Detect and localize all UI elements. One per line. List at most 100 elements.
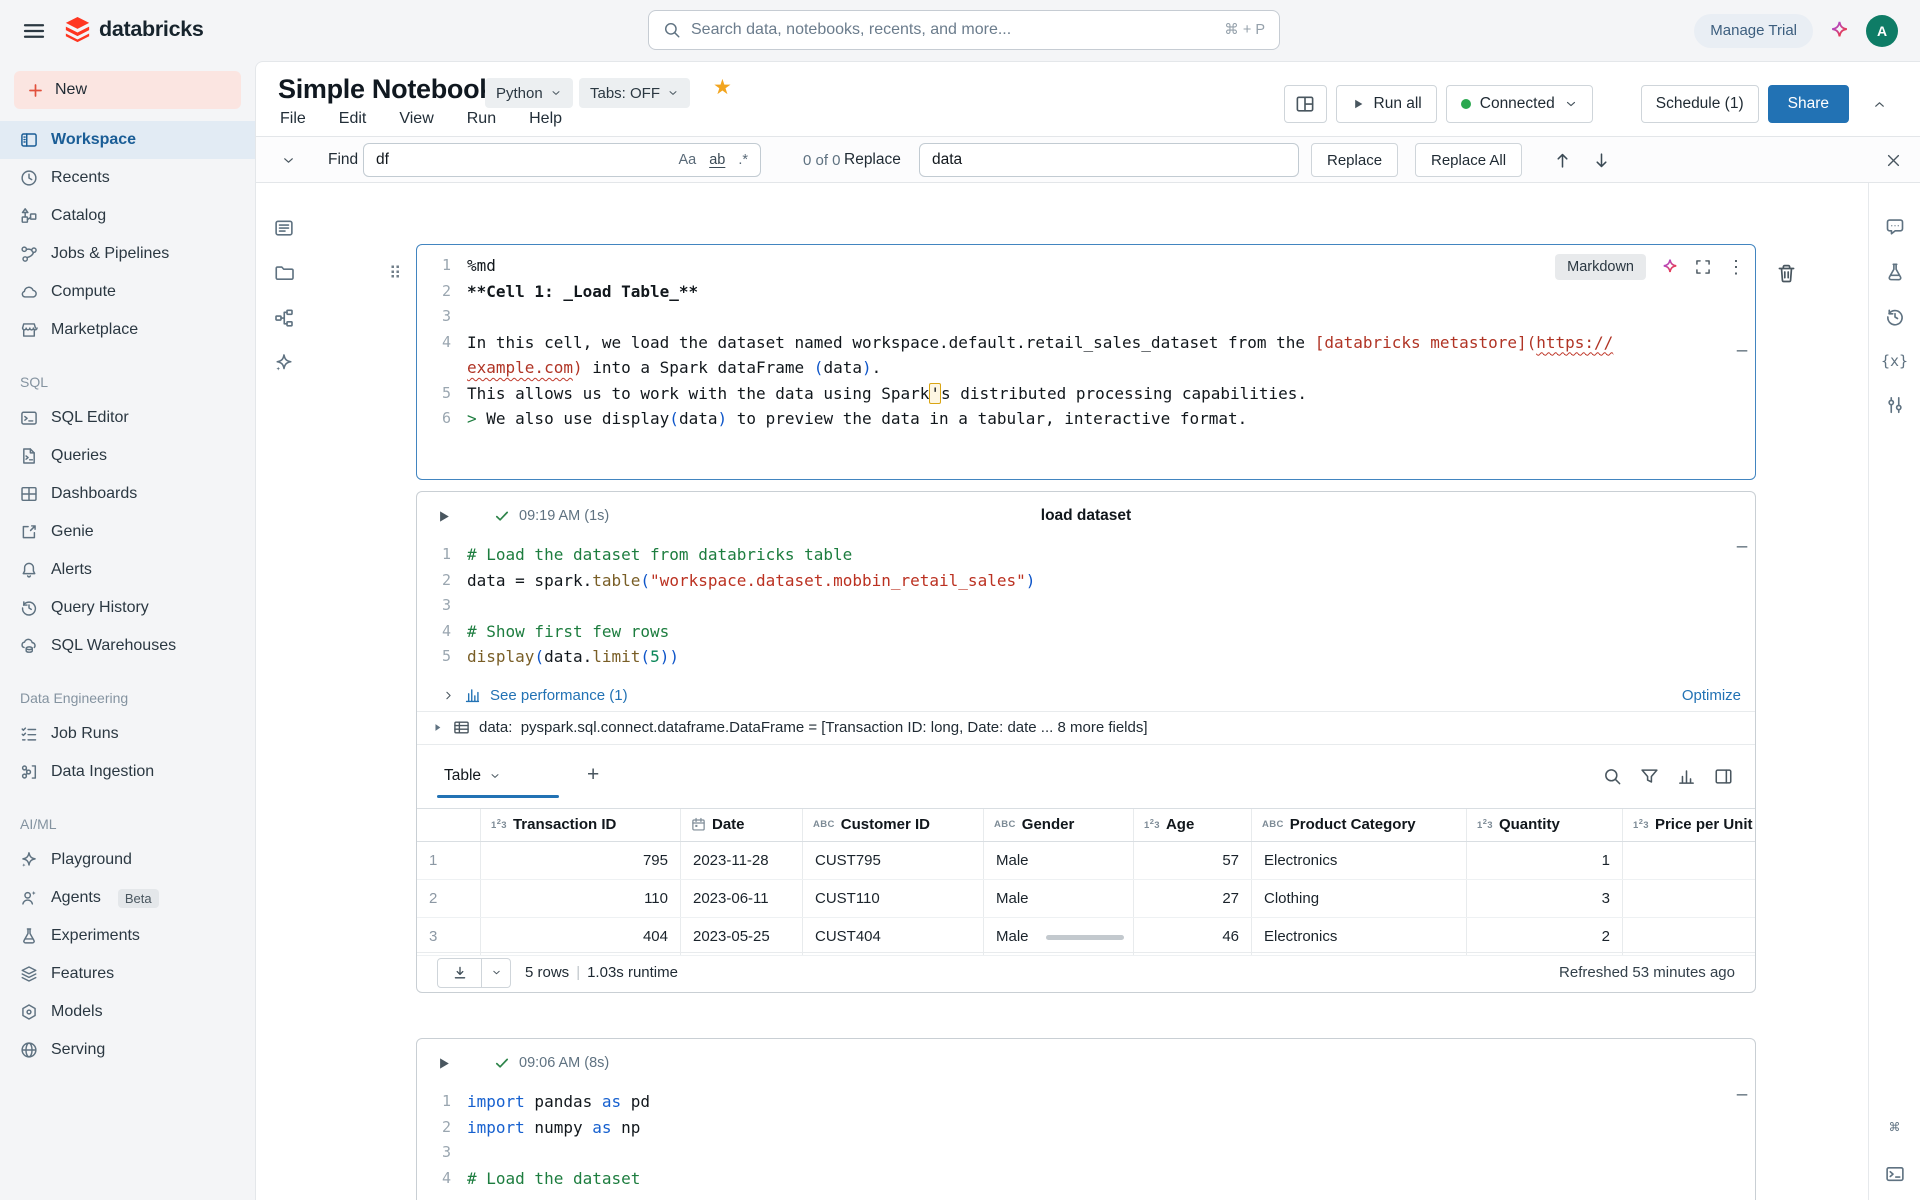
assistant-sparkle-icon[interactable] [1661,258,1679,276]
code-line[interactable]: 5This allows us to work with the data us… [417,381,1755,407]
tabs-toggle[interactable]: Tabs: OFF [579,78,690,108]
sidebar-item-compute[interactable]: Compute [0,273,255,311]
find-input[interactable] [364,144,678,176]
column-header-quantity[interactable]: 123Quantity [1467,809,1623,841]
column-header-transaction-id[interactable]: 123Transaction ID [481,809,681,841]
kebab-menu-icon[interactable]: ⋮ [1727,258,1745,276]
assistant-sparkle-icon[interactable] [274,353,294,373]
code-source[interactable]: 1# Load the dataset from databricks tabl… [417,540,1755,670]
visualization-bars-icon[interactable] [1677,767,1696,786]
next-match-icon[interactable] [1592,151,1611,170]
code-cell[interactable]: 09:06 AM (8s) 1import pandas as pd2impor… [416,1038,1756,1200]
table-row[interactable]: 21102023-06-11CUST110Male27Clothing3 [417,880,1755,918]
replace-all-button[interactable]: Replace All [1415,143,1522,177]
code-line[interactable]: 1import pandas as pd [417,1089,1755,1115]
sidebar-item-agents[interactable]: AgentsBeta [0,879,255,917]
column-header-gender[interactable]: ABCGender [984,809,1134,841]
global-search-input[interactable] [691,21,1214,39]
side-panel-icon[interactable] [1714,767,1733,786]
sidebar-item-experiments[interactable]: Experiments [0,917,255,955]
column-header-age[interactable]: 123Age [1134,809,1252,841]
share-button[interactable]: Share [1768,85,1849,123]
tab-table[interactable]: Table [444,767,501,785]
sidebar-item-data-ingestion[interactable]: Data Ingestion [0,753,255,791]
layout-button[interactable] [1284,85,1327,123]
experiments-flask-icon[interactable] [1885,262,1905,282]
schema-browser-icon[interactable] [274,308,294,328]
column-header-price-per-unit[interactable]: 123Price per Unit [1623,809,1755,841]
whole-word-toggle[interactable]: ab [709,152,725,168]
sidebar-item-sql-editor[interactable]: SQL Editor [0,399,255,437]
download-button[interactable] [437,958,511,988]
code-line[interactable]: 4# Load the dataset [417,1166,1755,1192]
close-icon[interactable] [1885,152,1902,169]
global-search[interactable]: ⌘ + P [648,10,1280,50]
menu-help[interactable]: Help [529,110,562,128]
optimize-link[interactable]: Optimize [1682,687,1741,704]
comments-icon[interactable] [1885,217,1905,237]
hamburger-menu-icon[interactable] [22,19,46,43]
replace-button[interactable]: Replace [1311,143,1398,177]
collapse-cell-icon[interactable]: – [1734,341,1750,360]
menu-view[interactable]: View [399,110,433,128]
drag-handle[interactable]: ⠿ [389,265,401,282]
see-performance-link[interactable]: See performance (1) [490,687,628,704]
search-icon[interactable] [1603,767,1622,786]
keyboard-shortcuts-icon[interactable]: ⌘ [1889,1118,1899,1138]
manage-trial-button[interactable]: Manage Trial [1694,14,1813,48]
assistant-sparkle-icon[interactable] [1829,20,1850,41]
chevron-down-icon[interactable] [281,153,296,168]
sidebar-item-jobs-pipelines[interactable]: Jobs & Pipelines [0,235,255,273]
column-header-product-category[interactable]: ABCProduct Category [1252,809,1467,841]
code-line[interactable]: 2**Cell 1: _Load Table_** [417,279,1755,305]
menu-run[interactable]: Run [467,110,496,128]
code-cell[interactable]: 09:19 AM (1s) load dataset 1# Load the d… [416,491,1756,993]
notebook-title[interactable]: Simple Notebook [278,74,494,105]
previous-match-icon[interactable] [1553,151,1572,170]
sidebar-item-genie[interactable]: Genie [0,513,255,551]
filter-icon[interactable] [1640,767,1659,786]
code-line[interactable]: 1# Load the dataset from databricks tabl… [417,542,1755,568]
horizontal-scrollbar[interactable] [1046,935,1124,940]
cell-type-badge[interactable]: Markdown [1555,254,1646,280]
run-all-button[interactable]: Run all [1336,85,1437,123]
sidebar-item-recents[interactable]: Recents [0,159,255,197]
terminal-icon[interactable] [1885,1164,1905,1184]
sidebar-item-marketplace[interactable]: Marketplace [0,311,255,349]
dataframe-summary-row[interactable]: data: pyspark.sql.connect.dataframe.Data… [417,712,1755,745]
collapse-header-button[interactable] [1864,85,1894,123]
match-case-toggle[interactable]: Aa [678,152,696,168]
code-line[interactable]: example.com) into a Spark dataFrame (dat… [417,355,1755,381]
variables-icon[interactable]: {x} [1881,352,1908,370]
sidebar-item-workspace[interactable]: Workspace [0,121,255,159]
expand-triangle-icon[interactable] [431,721,444,734]
code-line[interactable]: 5display(data.limit(5)) [417,644,1755,670]
code-line[interactable]: 3 [417,304,1755,330]
column-header-date[interactable]: Date [681,809,803,841]
settings-sliders-icon[interactable] [1885,395,1905,415]
sidebar-item-features[interactable]: Features [0,955,255,993]
sidebar-item-job-runs[interactable]: Job Runs [0,715,255,753]
cell-title[interactable]: load dataset [417,507,1755,525]
column-header[interactable] [417,809,481,841]
column-header-customer-id[interactable]: ABCCustomer ID [803,809,984,841]
menu-edit[interactable]: Edit [339,110,367,128]
new-button[interactable]: New [14,71,241,109]
code-line[interactable]: 2import numpy as np [417,1115,1755,1141]
schedule-button[interactable]: Schedule (1) [1641,85,1759,123]
sidebar-item-models[interactable]: Models [0,993,255,1031]
collapse-cell-icon[interactable]: – [1734,537,1750,556]
favorite-star-icon[interactable]: ★ [713,75,732,100]
code-source[interactable]: 1import pandas as pd2import numpy as np3… [417,1087,1755,1191]
replace-input[interactable] [920,144,1298,176]
table-of-contents-icon[interactable] [274,218,294,238]
sidebar-item-alerts[interactable]: Alerts [0,551,255,589]
code-line[interactable]: 4# Show first few rows [417,619,1755,645]
code-line[interactable]: 4In this cell, we load the dataset named… [417,330,1755,356]
menu-file[interactable]: File [280,110,306,128]
sidebar-item-dashboards[interactable]: Dashboards [0,475,255,513]
sidebar-item-serving[interactable]: Serving [0,1031,255,1069]
sidebar-item-queries[interactable]: Queries [0,437,255,475]
sidebar-item-playground[interactable]: Playground [0,841,255,879]
language-selector[interactable]: Python [485,78,573,108]
